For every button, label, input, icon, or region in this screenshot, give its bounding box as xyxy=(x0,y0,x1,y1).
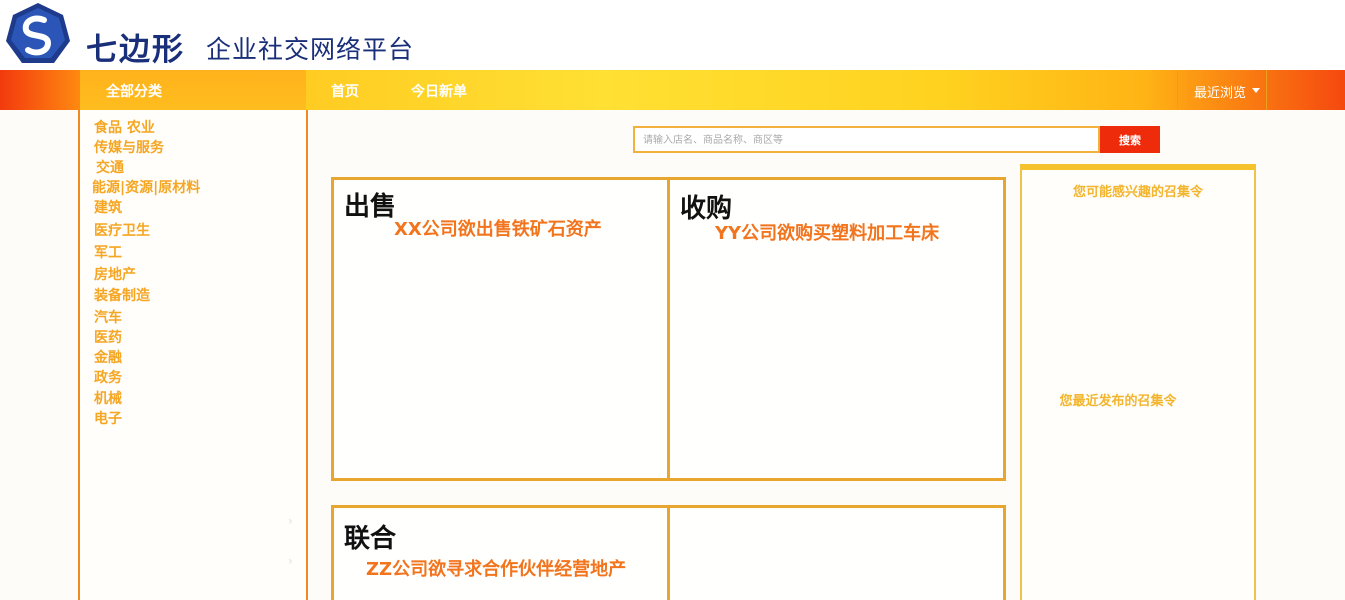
sell-panel: 出售 XX公司欲出售铁矿石资产 xyxy=(331,177,670,481)
category-item-media-services[interactable]: 传媒与服务 xyxy=(94,138,200,158)
category-list: 食品 农业 传媒与服务 交通 能源|资源|原材料 建筑 医疗卫生 军工 房地产 … xyxy=(92,118,200,429)
category-item-real-estate[interactable]: 房地产 xyxy=(94,265,200,285)
recent-browse-dropdown[interactable]: 最近浏览 xyxy=(1177,70,1267,110)
buy-panel: 收购 YY公司欲购买塑料加工车床 xyxy=(667,177,1006,481)
brand-tagline: 企业社交网络平台 xyxy=(206,35,415,64)
empty-panel xyxy=(667,505,1006,600)
main-navbar: 全部分类 首页 今日新单 最近浏览 xyxy=(0,70,1345,110)
sell-panel-title: 出售 xyxy=(344,192,397,222)
brand-name: 七边形 xyxy=(86,32,185,68)
chevron-right-icon: › xyxy=(288,554,293,568)
search-box xyxy=(633,126,1100,153)
joint-panel: 联合 ZZ公司欲寻求合作伙伴经营地产 xyxy=(331,505,670,600)
sell-listing-link[interactable]: XX公司欲出售铁矿石资产 xyxy=(394,215,602,241)
category-item-energy[interactable]: 能源|资源|原材料 xyxy=(92,178,200,198)
site-header: 七边形 企业社交网络平台 xyxy=(0,0,1345,70)
recent-calls-heading: 您最近发布的召集令 xyxy=(1059,394,1177,409)
category-item-government[interactable]: 政务 xyxy=(94,368,200,388)
category-item-electronics[interactable]: 电子 xyxy=(94,409,200,429)
nav-home-link[interactable]: 首页 xyxy=(331,81,359,101)
category-sidebar: 食品 农业 传媒与服务 交通 能源|资源|原材料 建筑 医疗卫生 军工 房地产 … xyxy=(78,110,308,600)
right-sidebar: 您可能感兴趣的召集令 您最近发布的召集令 xyxy=(1020,164,1256,600)
category-item-military[interactable]: 军工 xyxy=(94,243,200,263)
category-item-transport[interactable]: 交通 xyxy=(94,158,200,178)
joint-listing-link[interactable]: ZZ公司欲寻求合作伙伴经营地产 xyxy=(366,555,626,581)
recent-browse-label: 最近浏览 xyxy=(1194,86,1247,101)
search-input[interactable] xyxy=(635,129,1098,152)
interest-calls-heading: 您可能感兴趣的召集令 xyxy=(1072,185,1203,200)
caret-down-icon xyxy=(1252,88,1260,93)
search-button[interactable]: 搜索 xyxy=(1100,126,1160,153)
buy-listing-link[interactable]: YY公司欲购买塑料加工车床 xyxy=(715,219,939,245)
all-categories-label: 全部分类 xyxy=(106,84,162,100)
category-item-finance[interactable]: 金融 xyxy=(94,348,200,368)
category-item-equipment[interactable]: 装备制造 xyxy=(94,286,200,306)
heptagon-s-logo-icon[interactable] xyxy=(4,1,72,69)
category-item-construction[interactable]: 建筑 xyxy=(94,198,200,218)
joint-panel-title: 联合 xyxy=(344,524,397,554)
category-item-pharma[interactable]: 医药 xyxy=(94,328,200,348)
all-categories-tab[interactable]: 全部分类 xyxy=(80,70,306,110)
category-item-healthcare[interactable]: 医疗卫生 xyxy=(94,221,200,241)
category-item-auto[interactable]: 汽车 xyxy=(94,308,200,328)
category-item-machinery[interactable]: 机械 xyxy=(94,389,200,409)
nav-today-new-link[interactable]: 今日新单 xyxy=(411,81,467,101)
chevron-right-icon: › xyxy=(288,514,293,528)
category-item-food-agriculture[interactable]: 食品 农业 xyxy=(94,118,200,138)
